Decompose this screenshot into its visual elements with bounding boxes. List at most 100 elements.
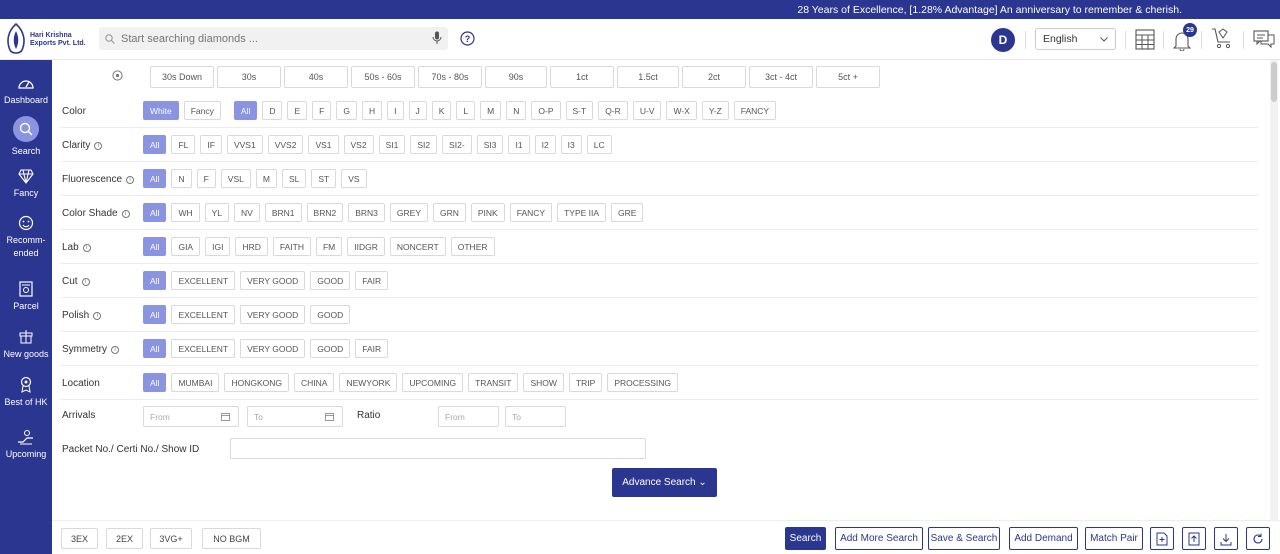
chip-gia[interactable]: GIA [171, 237, 201, 256]
chip-hrd[interactable]: HRD [235, 237, 268, 256]
chip-s-t[interactable]: S-T [565, 101, 594, 120]
chip-all[interactable]: All [143, 339, 167, 358]
chip-all[interactable]: All [143, 271, 167, 290]
chip-vs2[interactable]: VS2 [343, 135, 374, 154]
chip-grey[interactable]: GREY [389, 203, 428, 222]
info-icon[interactable]: i [111, 345, 119, 354]
chip-fair[interactable]: FAIR [355, 271, 389, 290]
chip-vvs1[interactable]: VVS1 [226, 135, 263, 154]
chip-faith[interactable]: FAITH [272, 237, 311, 256]
size-chip-5ct[interactable]: 5ct + [816, 66, 880, 88]
chip-all[interactable]: All [143, 203, 167, 222]
chip-sl[interactable]: SL [281, 169, 307, 188]
chip-m[interactable]: M [255, 169, 277, 188]
sidebar-item-fancy[interactable]: Fancy [0, 167, 52, 200]
chip-if[interactable]: IF [200, 135, 222, 154]
chip-l[interactable]: L [456, 101, 476, 120]
search-input[interactable] [121, 32, 421, 45]
quick-filter-3ex[interactable]: 3EX [61, 528, 98, 549]
quick-filter-no-bgm[interactable]: NO BGM [202, 528, 261, 549]
calculator-icon[interactable] [1135, 29, 1155, 50]
chip-o-p[interactable]: O-P [531, 101, 561, 120]
sidebar-item-best-of-hk[interactable]: Best of HK [0, 376, 52, 409]
chip-i[interactable]: I [387, 101, 404, 120]
language-select[interactable]: English [1035, 28, 1116, 50]
export-pdf-button[interactable] [1150, 527, 1174, 550]
search-bar[interactable] [99, 27, 448, 50]
company-logo[interactable]: Hari Krishna Exports Pvt. Ltd. [4, 23, 86, 57]
ratio-from-field[interactable]: From [438, 406, 499, 427]
sidebar-item-parcel[interactable]: Parcel [0, 280, 52, 313]
chip-noncert[interactable]: NONCERT [389, 237, 446, 256]
size-chip-70s-80s[interactable]: 70s - 80s [418, 66, 482, 88]
chip-transit[interactable]: TRANSIT [468, 373, 519, 392]
match-pair-button[interactable]: Match Pair [1085, 527, 1143, 550]
chip-si3[interactable]: SI3 [476, 135, 504, 154]
chip-vvs2[interactable]: VVS2 [267, 135, 304, 154]
chip-excellent[interactable]: EXCELLENT [171, 305, 236, 324]
microphone-icon[interactable] [432, 31, 442, 45]
chip-i1[interactable]: I1 [508, 135, 530, 154]
chip-iidgr[interactable]: IIDGR [347, 237, 385, 256]
arrivals-to-field[interactable]: To [247, 406, 343, 427]
add-demand-button[interactable]: Add Demand [1009, 527, 1078, 550]
size-chip-3ct-4ct[interactable]: 3ct - 4ct [749, 66, 813, 88]
chip-i3[interactable]: I3 [560, 135, 582, 154]
size-chip-40s[interactable]: 40s [284, 66, 348, 88]
chip-vsl[interactable]: VSL [220, 169, 251, 188]
packet-input[interactable] [230, 438, 646, 459]
chip-good[interactable]: GOOD [310, 305, 351, 324]
chip-f[interactable]: F [312, 101, 332, 120]
chip-d[interactable]: D [262, 101, 283, 120]
sidebar-item-search[interactable]: Search [0, 116, 52, 158]
calendar-icon[interactable] [325, 412, 334, 421]
chip-very-good[interactable]: VERY GOOD [240, 271, 306, 290]
chip-q-r[interactable]: Q-R [598, 101, 628, 120]
chip-g[interactable]: G [336, 101, 357, 120]
chip-other[interactable]: OTHER [450, 237, 495, 256]
chip-excellent[interactable]: EXCELLENT [171, 271, 236, 290]
chip-y-z[interactable]: Y-Z [701, 101, 729, 120]
size-chip-30s-down[interactable]: 30s Down [150, 66, 214, 88]
chip-si1[interactable]: SI1 [378, 135, 406, 154]
chip-n[interactable]: N [171, 169, 192, 188]
chip-all[interactable]: All [233, 101, 258, 120]
search-button[interactable]: Search [785, 527, 826, 550]
chip-nv[interactable]: NV [234, 203, 260, 222]
chip-processing[interactable]: PROCESSING [607, 373, 678, 392]
size-chip-1-5ct[interactable]: 1.5ct [617, 66, 679, 88]
chip-n[interactable]: N [506, 101, 527, 120]
info-icon[interactable]: i [93, 311, 102, 320]
info-icon[interactable]: i [94, 141, 103, 150]
chip-type-iia[interactable]: TYPE IIA [557, 203, 607, 222]
calendar-icon[interactable] [221, 412, 230, 421]
chip-lc[interactable]: LC [586, 135, 612, 154]
chip-newyork[interactable]: NEWYORK [339, 373, 398, 392]
chip-all[interactable]: All [143, 305, 167, 324]
chip-all[interactable]: All [143, 169, 167, 188]
chip-f[interactable]: F [196, 169, 216, 188]
chip-mumbai[interactable]: MUMBAI [171, 373, 220, 392]
arrivals-from-field[interactable]: From [143, 406, 239, 427]
chip-yl[interactable]: YL [204, 203, 230, 222]
chip-brn3[interactable]: BRN3 [348, 203, 385, 222]
add-circle-icon[interactable] [112, 70, 123, 81]
chip-w-x[interactable]: W-X [666, 101, 697, 120]
size-chip-1ct[interactable]: 1ct [550, 66, 614, 88]
chip-good[interactable]: GOOD [310, 271, 351, 290]
quick-filter-3vg[interactable]: 3VG+ [150, 528, 192, 549]
chip-very-good[interactable]: VERY GOOD [240, 305, 306, 324]
save-search-button[interactable]: Save & Search [928, 527, 1000, 550]
chip-e[interactable]: E [287, 101, 308, 120]
sidebar-item-upcoming[interactable]: Upcoming [0, 428, 52, 461]
chip-wh[interactable]: WH [171, 203, 200, 222]
info-icon[interactable]: i [121, 209, 130, 218]
chip-upcoming[interactable]: UPCOMING [402, 373, 464, 392]
scrollbar-thumb[interactable] [1271, 62, 1277, 102]
chip-fancy[interactable]: FANCY [733, 101, 777, 120]
size-chip-30s[interactable]: 30s [217, 66, 281, 88]
chip-grn[interactable]: GRN [433, 203, 466, 222]
advance-search-button[interactable]: Advance Search ⌄ [612, 468, 717, 497]
size-chip-50s-60s[interactable]: 50s - 60s [351, 66, 415, 88]
chip-brn2[interactable]: BRN2 [306, 203, 344, 222]
